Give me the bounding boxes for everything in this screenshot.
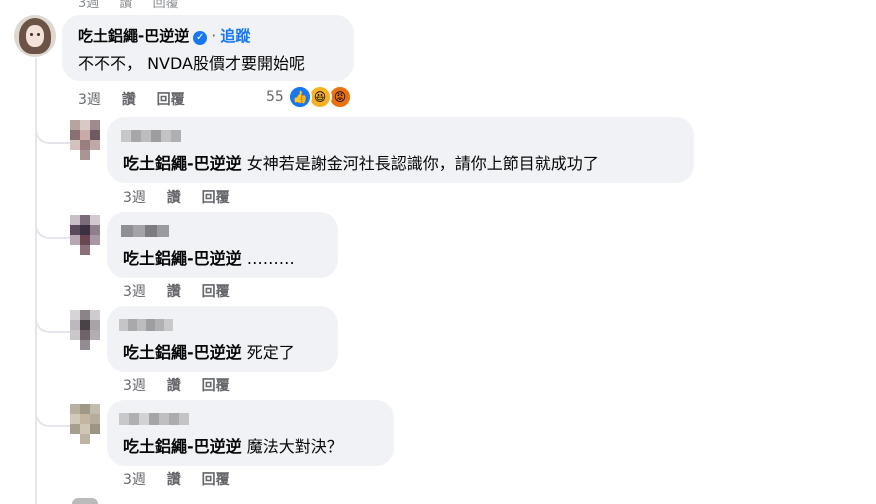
previous-comment-actions: 3週 讚 回覆 [78,0,195,11]
reply-bubble: 吃土鋁繩-巴逆逆 ……… [107,212,338,278]
reply-connector [35,120,73,144]
reply-text: 死定了 [246,343,295,362]
mention-link[interactable]: 吃土鋁繩-巴逆逆 [123,249,242,268]
reply-button[interactable]: 回覆 [202,190,230,206]
reply-time[interactable]: 3週 [123,190,146,206]
avatar[interactable] [70,120,100,160]
reply-actions: 3週 讚 回覆 [123,375,246,395]
mention-link[interactable]: 吃土鋁繩-巴逆逆 [123,343,242,362]
avatar[interactable] [70,215,100,255]
reply-bubble: 吃土鋁繩-巴逆逆 魔法大對決？ [107,400,394,466]
follow-button[interactable]: 追蹤 [220,27,250,45]
like-button[interactable]: 讚 [122,92,136,108]
reply-connector [35,215,73,239]
like-icon: 👍 [288,85,312,109]
reply-text: ……… [246,249,295,268]
reply-time[interactable]: 3週 [123,378,146,394]
separator-dot: · [211,26,217,45]
redacted-name [121,225,169,237]
comment-actions: 3週 讚 回覆 [78,89,201,109]
reply-button[interactable]: 回覆 [202,378,230,394]
comment-bubble: 吃土鋁繩-巴逆逆 ✓ · 追蹤 不不不， NVDA股價才要開始呢 [62,15,354,81]
like-button[interactable]: 讚 [167,378,181,394]
avatar[interactable] [70,310,100,350]
avatar[interactable] [14,15,56,57]
comment-time[interactable]: 3週 [78,0,99,11]
avatar[interactable] [72,498,98,504]
reply-actions: 3週 讚 回覆 [123,469,246,489]
comment-text: 不不不， NVDA股價才要開始呢 [78,54,305,73]
reply-button[interactable]: 回覆 [157,92,185,108]
reply-text: 魔法大對決？ [246,437,343,456]
reply-connector [35,309,73,333]
reply-actions: 3週 讚 回覆 [123,281,246,301]
reply-button[interactable]: 回覆 [202,472,230,488]
like-button[interactable]: 讚 [167,190,181,206]
like-button[interactable]: 讚 [119,0,132,11]
avatar[interactable] [70,404,100,444]
comment-header: 吃土鋁繩-巴逆逆 ✓ · 追蹤 [78,25,250,46]
verified-icon: ✓ [193,31,208,45]
reply-actions: 3週 讚 回覆 [123,187,246,207]
reply-text-line: 吃土鋁繩-巴逆逆 女神若是謝金河社長認識你，請你上節目就成功了 [123,150,599,174]
reply-bubble: 吃土鋁繩-巴逆逆 女神若是謝金河社長認識你，請你上節目就成功了 [107,117,694,183]
mention-link[interactable]: 吃土鋁繩-巴逆逆 [123,437,242,456]
like-button[interactable]: 讚 [167,472,181,488]
reply-text-line: 吃土鋁繩-巴逆逆 死定了 [123,339,295,363]
redacted-name [119,413,189,425]
comment-time[interactable]: 3週 [78,92,101,108]
reply-text-line: 吃土鋁繩-巴逆逆 魔法大對決？ [123,433,343,457]
reply-text-line: 吃土鋁繩-巴逆逆 ……… [123,245,295,269]
like-button[interactable]: 讚 [167,284,181,300]
comment-author[interactable]: 吃土鋁繩-巴逆逆 [78,27,189,45]
reply-button[interactable]: 回覆 [153,0,179,11]
reactions-summary[interactable]: 👍 😆 😡 [288,85,354,109]
reply-button[interactable]: 回覆 [202,284,230,300]
reply-connector [35,403,73,427]
reply-time[interactable]: 3週 [123,472,146,488]
reply-time[interactable]: 3週 [123,284,146,300]
reply-bubble: 吃土鋁繩-巴逆逆 死定了 [107,306,338,372]
mention-link[interactable]: 吃土鋁繩-巴逆逆 [123,154,242,173]
redacted-name [121,130,181,142]
reaction-count[interactable]: 55 [266,89,284,105]
reply-text: 女神若是謝金河社長認識你，請你上節目就成功了 [246,154,599,173]
redacted-name [119,319,173,331]
